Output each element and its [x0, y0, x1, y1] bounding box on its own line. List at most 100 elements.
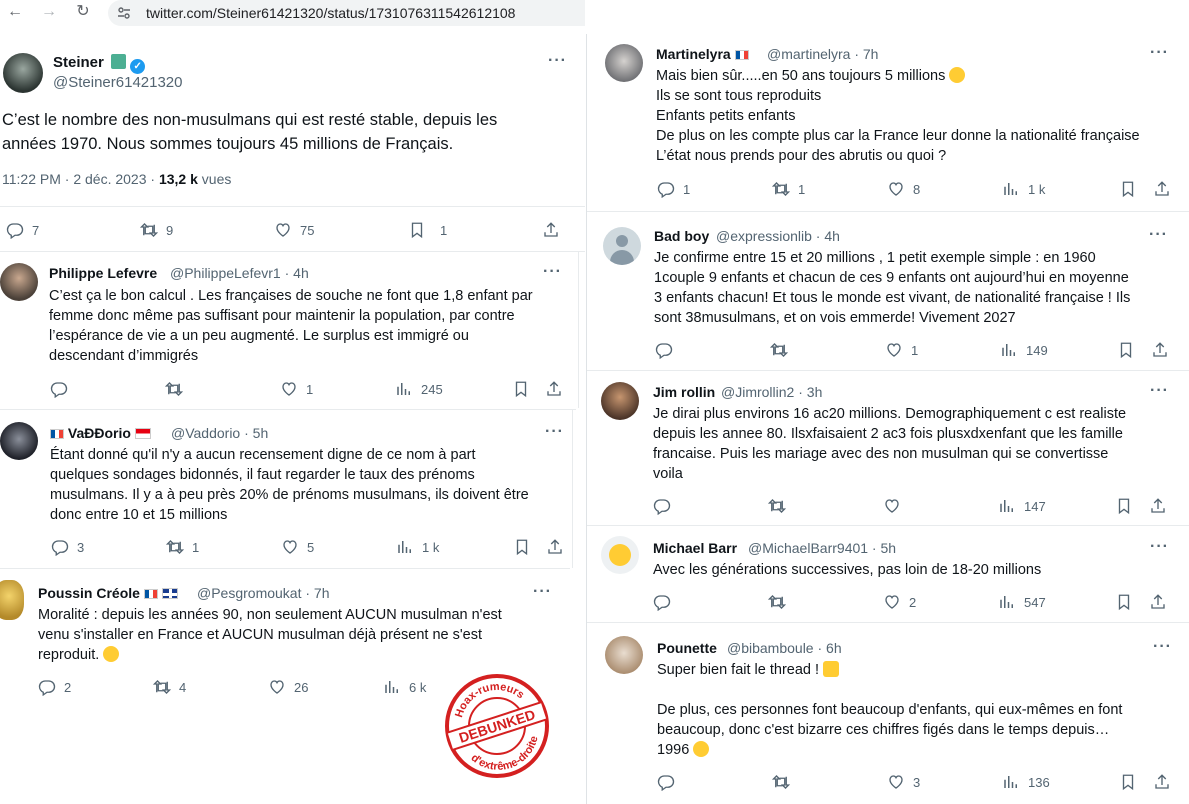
site-settings-icon[interactable] — [116, 5, 132, 21]
author-handle[interactable]: @Steiner61421320 — [53, 74, 183, 91]
retweet-button[interactable] — [165, 378, 183, 400]
cat-avatar[interactable] — [605, 636, 643, 674]
reply-button[interactable]: 1 — [657, 178, 690, 200]
reply-author-name[interactable]: Jim rollin — [653, 384, 715, 400]
avatar[interactable] — [3, 53, 43, 93]
bookmark-button[interactable] — [1119, 178, 1137, 200]
share-button[interactable] — [1151, 339, 1169, 361]
like-button[interactable]: 1 — [280, 378, 313, 400]
retweet-button[interactable]: 1 — [166, 536, 199, 558]
like-button[interactable]: 2 — [883, 591, 916, 613]
bookmark-button[interactable] — [1119, 771, 1137, 793]
reply-author-handle[interactable]: @bibamboule · 6h — [727, 640, 842, 656]
avatar[interactable] — [601, 536, 639, 574]
bookmark-button[interactable] — [513, 536, 531, 558]
author-name[interactable]: Steiner ✓ — [53, 54, 146, 74]
share-button[interactable] — [1149, 495, 1167, 517]
retweet-icon — [165, 380, 183, 398]
more-options-icon[interactable]: ··· — [543, 263, 562, 281]
chick-avatar[interactable] — [0, 580, 24, 620]
avatar[interactable] — [0, 263, 38, 301]
tweet-timestamp[interactable]: 11:22 PM · 2 déc. 2023 · 13,2 k vues — [2, 171, 231, 187]
share-button[interactable] — [1153, 771, 1171, 793]
reply-button[interactable]: 3 — [51, 536, 84, 558]
retweet-button[interactable] — [772, 771, 790, 793]
reply-author-handle[interactable]: @expressionlib · 4h — [716, 228, 840, 244]
like-button[interactable]: 75 — [274, 219, 314, 241]
like-button[interactable] — [883, 495, 901, 517]
bookmark-button[interactable] — [1115, 591, 1133, 613]
views-button[interactable]: 245 — [395, 378, 443, 400]
reply-author-name[interactable]: Poussin Créole — [38, 585, 178, 601]
like-button[interactable]: 5 — [281, 536, 314, 558]
like-button[interactable]: 8 — [887, 178, 920, 200]
address-bar[interactable]: twitter.com/Steiner61421320/status/17310… — [108, 0, 585, 26]
share-button[interactable] — [545, 378, 563, 400]
reload-icon[interactable]: ↻ — [72, 2, 94, 22]
more-options-icon[interactable]: ··· — [1150, 44, 1169, 62]
reply-author-name[interactable]: Bad boy — [654, 228, 709, 244]
more-options-icon[interactable]: ··· — [548, 52, 567, 70]
more-options-icon[interactable]: ··· — [1149, 226, 1168, 244]
bookmark-button[interactable] — [1115, 495, 1133, 517]
share-button[interactable] — [542, 219, 560, 241]
like-button[interactable]: 3 — [887, 771, 920, 793]
views-button[interactable]: 147 — [998, 495, 1046, 517]
retweet-button[interactable]: 9 — [140, 219, 173, 241]
retweet-button[interactable] — [768, 591, 786, 613]
reply-button[interactable] — [50, 378, 68, 400]
bookmark-button[interactable]: 1 — [408, 219, 447, 241]
reply-button[interactable]: 2 — [38, 676, 71, 698]
forward-arrow-icon[interactable]: → — [38, 2, 60, 22]
views-button[interactable]: 6 k — [383, 676, 426, 698]
views-icon — [383, 678, 401, 696]
reply-author-handle[interactable]: @Jimrollin2 · 3h — [721, 384, 822, 400]
browser-toolbar: ← → ↻ twitter.com/Steiner61421320/status… — [0, 0, 585, 26]
reply-author-handle[interactable]: @martinelyra · 7h — [767, 46, 878, 62]
views-button[interactable]: 149 — [1000, 339, 1048, 361]
reply-button[interactable] — [653, 495, 671, 517]
views-button[interactable]: 1 k — [396, 536, 439, 558]
retweet-button[interactable]: 1 — [772, 178, 805, 200]
more-options-icon[interactable]: ··· — [533, 583, 552, 601]
retweet-button[interactable] — [768, 495, 786, 517]
share-button[interactable] — [1149, 591, 1167, 613]
more-options-icon[interactable]: ··· — [1150, 382, 1169, 400]
tweet-text-line: C’est le nombre des non-musulmans qui es… — [2, 111, 498, 129]
reply-author-name[interactable]: Pounette — [657, 640, 717, 656]
reply-author-name[interactable]: Martinelyra — [656, 46, 749, 62]
reply-author-name[interactable]: Philippe Lefevre — [49, 265, 157, 281]
views-button[interactable]: 136 — [1002, 771, 1050, 793]
reply-button[interactable] — [655, 339, 673, 361]
bookmark-button[interactable] — [1117, 339, 1135, 361]
reply-actions: 1 149 — [655, 339, 1175, 361]
retweet-button[interactable]: 4 — [153, 676, 186, 698]
more-options-icon[interactable]: ··· — [1150, 538, 1169, 556]
reply-author-handle[interactable]: @Pesgromoukat · 7h — [197, 585, 330, 601]
retweet-button[interactable] — [770, 339, 788, 361]
views-button[interactable]: 1 k — [1002, 178, 1045, 200]
share-button[interactable] — [546, 536, 564, 558]
reply-actions: 1 245 — [50, 378, 560, 400]
reply-button[interactable]: 7 — [6, 219, 39, 241]
avatar[interactable] — [0, 422, 38, 460]
reply-button[interactable] — [657, 771, 675, 793]
avatar[interactable] — [605, 44, 643, 82]
more-options-icon[interactable]: ··· — [1153, 638, 1172, 656]
more-options-icon[interactable]: ··· — [545, 423, 564, 441]
bookmark-button[interactable] — [512, 378, 530, 400]
reply-author-name[interactable]: Michael Barr — [653, 540, 737, 556]
share-button[interactable] — [1153, 178, 1171, 200]
like-button[interactable]: 1 — [885, 339, 918, 361]
views-button[interactable]: 547 — [998, 591, 1046, 613]
avatar[interactable] — [601, 382, 639, 420]
reply-author-name[interactable]: VaÐÐorio — [50, 425, 151, 441]
reply-author-handle[interactable]: @Vaddorio · 5h — [171, 425, 268, 441]
like-button[interactable]: 26 — [268, 676, 308, 698]
back-arrow-icon[interactable]: ← — [4, 2, 26, 22]
heart-icon — [268, 678, 286, 696]
reply-author-handle[interactable]: @MichaelBarr9401 · 5h — [748, 540, 896, 556]
reply-button[interactable] — [653, 591, 671, 613]
reply-author-handle[interactable]: @PhilippeLefevr1 · 4h — [170, 265, 309, 281]
default-avatar-icon[interactable] — [603, 227, 641, 265]
